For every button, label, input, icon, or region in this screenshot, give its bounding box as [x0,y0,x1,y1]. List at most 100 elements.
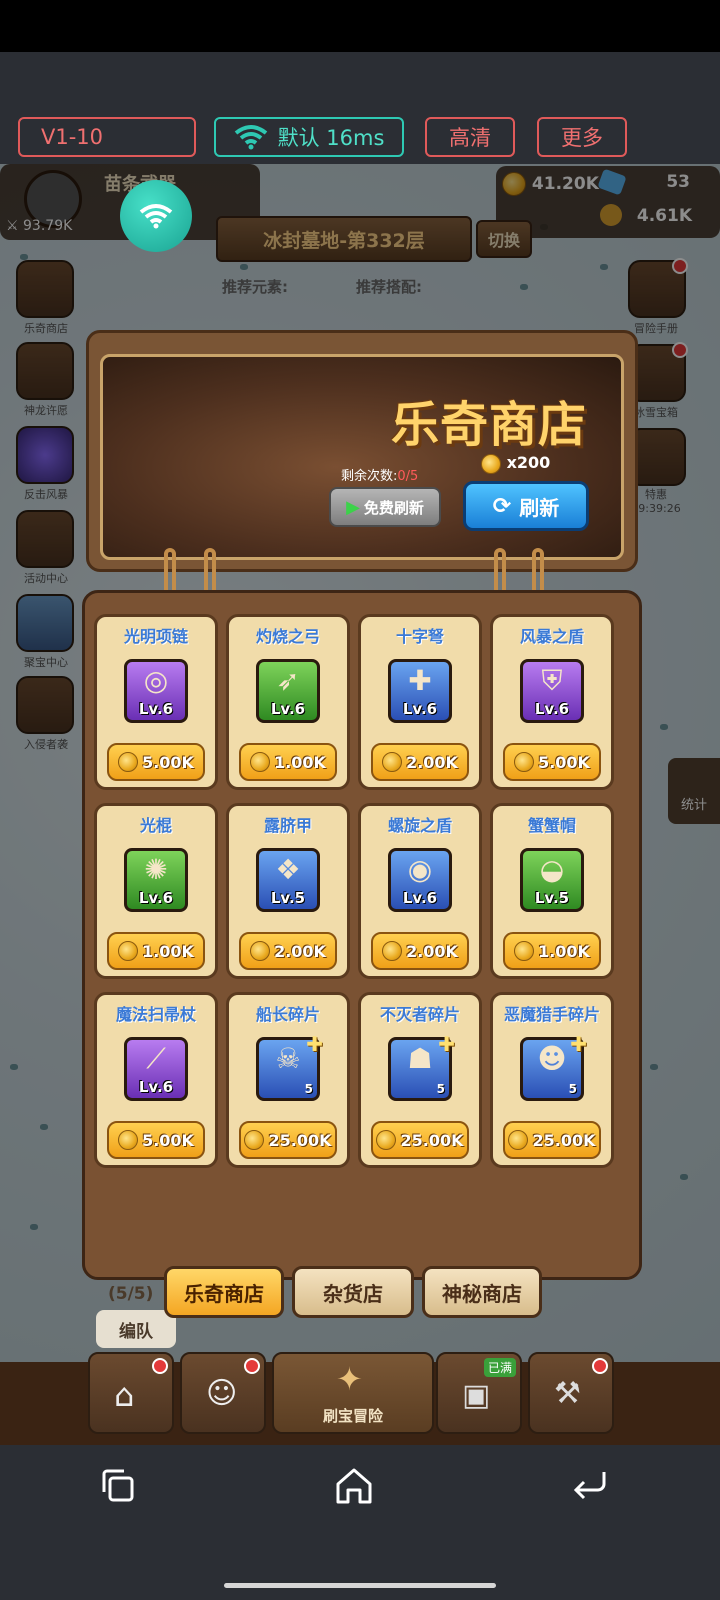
tab-mystery-shop[interactable]: 神秘商店 [422,1266,542,1318]
shop-title: 乐奇商店 [390,397,587,453]
armor-icon: ❖ Lv.5 [256,848,320,912]
gold-coin-icon [382,752,403,772]
home-button[interactable] [330,1462,378,1510]
shop-icon: ⌂ [114,1376,135,1414]
shop-item-card[interactable]: 恶魔猎手碎片 ☻ ✚ 5 25.00K [490,992,614,1168]
shop-banner: 乐奇商店 剩余次数:0/5 ▶ 免费刷新 x200 ⟳ 刷新 [100,354,624,560]
buy-button[interactable]: 25.00K [239,1121,337,1159]
buy-button[interactable]: 5.00K [107,1121,205,1159]
shop-item-card[interactable]: 露脐甲 ❖ Lv.5 2.00K [226,803,350,979]
buy-button[interactable]: 2.00K [239,932,337,970]
gold-coin-icon [250,752,271,772]
network-button[interactable]: 默认 16ms [214,117,404,157]
nav-chest-button[interactable]: ▣ 已满 [436,1352,522,1434]
buy-button[interactable]: 1.00K [107,932,205,970]
buy-button[interactable]: 5.00K [107,743,205,781]
shard-count: 5 [304,1082,313,1096]
crab-hat-icon: ◒ Lv.5 [520,848,584,912]
buy-button[interactable]: 1.00K [503,932,601,970]
price-label: 25.00K [268,1130,332,1150]
buy-button[interactable]: 5.00K [503,743,601,781]
price-label: 5.00K [142,1130,194,1150]
shop-item-name: 船长碎片 [255,1005,320,1024]
shop-item-card[interactable]: 不灭者碎片 ☗ ✚ 5 25.00K [358,992,482,1168]
more-label: 更多 [561,126,603,150]
shop-item-level: Lv.6 [402,700,438,718]
chest-full-badge: 已满 [483,1358,516,1377]
quality-label: 高清 [449,126,491,150]
version-button[interactable]: V1-10 [18,117,196,157]
gold-coin-icon [244,1130,265,1150]
gold-coin-icon [250,941,271,961]
buy-button[interactable]: 2.00K [371,743,469,781]
hero-icon: ☺ [206,1376,238,1411]
shop-item-card[interactable]: 光明项链 ◎ Lv.6 5.00K [94,614,218,790]
shop-item-card[interactable]: 螺旋之盾 ◉ Lv.6 2.00K [358,803,482,979]
tab-general-store[interactable]: 杂货店 [292,1266,414,1318]
shop-item-level: Lv.6 [138,700,174,718]
shard-count: 5 [568,1082,577,1096]
buy-button[interactable]: 25.00K [371,1121,469,1159]
shop-item-name: 十字弩 [395,627,444,646]
back-button[interactable] [566,1462,614,1510]
shop-item-card[interactable]: 船长碎片 ☠ ✚ 5 25.00K [226,992,350,1168]
shard-plus-icon: ✚ [306,1032,323,1056]
floating-network-button[interactable] [120,180,192,252]
nav-forge-button[interactable]: ⚒ [528,1352,614,1434]
shop-item-card[interactable]: 魔法扫帚杖 ⟋ Lv.6 5.00K [94,992,218,1168]
shop-item-card[interactable]: 风暴之盾 ⛨ Lv.6 5.00K [490,614,614,790]
wifi-icon [234,125,267,150]
free-refresh-button[interactable]: ▶ 免费刷新 [329,487,441,527]
chest-icon: ▣ [462,1378,491,1413]
gold-coin-icon [376,1130,397,1150]
shop-item-name: 魔法扫帚杖 [115,1005,196,1024]
refresh-button[interactable]: ⟳ 刷新 [463,481,589,531]
shop-item-name: 光明项链 [123,627,188,646]
remaining-refreshes: 剩余次数:0/5 [341,469,419,484]
shop-item-card[interactable]: 十字弩 ✚ Lv.6 2.00K [358,614,482,790]
price-label: 25.00K [400,1130,464,1150]
gold-coin-icon [118,1130,139,1150]
nav-shop-button[interactable]: ⌂ [88,1352,174,1434]
nav-adventure-button[interactable]: ✦ 刷宝冒险 [272,1352,434,1434]
adventure-label: 刷宝冒险 [322,1407,383,1425]
shop-item-level: Lv.6 [270,700,306,718]
price-label: 1.00K [274,752,326,772]
buy-button[interactable]: 1.00K [239,743,337,781]
shop-item-card[interactable]: 光棍 ✺ Lv.6 1.00K [94,803,218,979]
crossbow-icon: ✚ Lv.6 [388,659,452,723]
price-label: 25.00K [532,1130,596,1150]
more-button[interactable]: 更多 [537,117,627,157]
shop-item-card[interactable]: 灼烧之弓 ➶ Lv.6 1.00K [226,614,350,790]
shop-item-level: Lv.6 [534,700,570,718]
tab-lucky-shop[interactable]: 乐奇商店 [164,1266,284,1318]
refresh-cost: x200 [481,453,550,474]
version-label: V1-10 [40,125,104,149]
shard-plus-icon: ✚ [570,1032,587,1056]
shop-item-level: Lv.6 [138,1078,174,1096]
refresh-icon: ⟳ [492,493,512,519]
quality-button[interactable]: 高清 [425,117,515,157]
shard-plus-icon: ✚ [438,1032,455,1056]
recents-icon [102,1469,134,1502]
gold-coin-icon [382,941,403,961]
shop-item-name: 光棍 [139,816,172,835]
buy-button[interactable]: 25.00K [503,1121,601,1159]
buy-button[interactable]: 2.00K [371,932,469,970]
recents-button[interactable] [96,1462,144,1510]
bow-icon: ➶ Lv.6 [256,659,320,723]
price-label: 1.00K [142,941,194,961]
shop-item-card[interactable]: 蟹蟹帽 ◒ Lv.5 1.00K [490,803,614,979]
shop-item-name: 恶魔猎手碎片 [503,1005,600,1024]
wifi-icon [139,204,173,229]
adventure-icon: ✦ [336,1360,363,1398]
nav-hero-button[interactable]: ☺ [180,1352,266,1434]
back-icon [573,1472,606,1500]
gold-coin-icon [514,941,535,961]
mace-icon: ✺ Lv.6 [124,848,188,912]
gold-coin-icon [514,752,535,772]
refresh-label: 刷新 [519,495,560,520]
edit-team-button[interactable]: 编队 [96,1310,176,1348]
shop-item-name: 不灭者碎片 [379,1005,460,1024]
network-label: 默认 16ms [277,126,385,150]
